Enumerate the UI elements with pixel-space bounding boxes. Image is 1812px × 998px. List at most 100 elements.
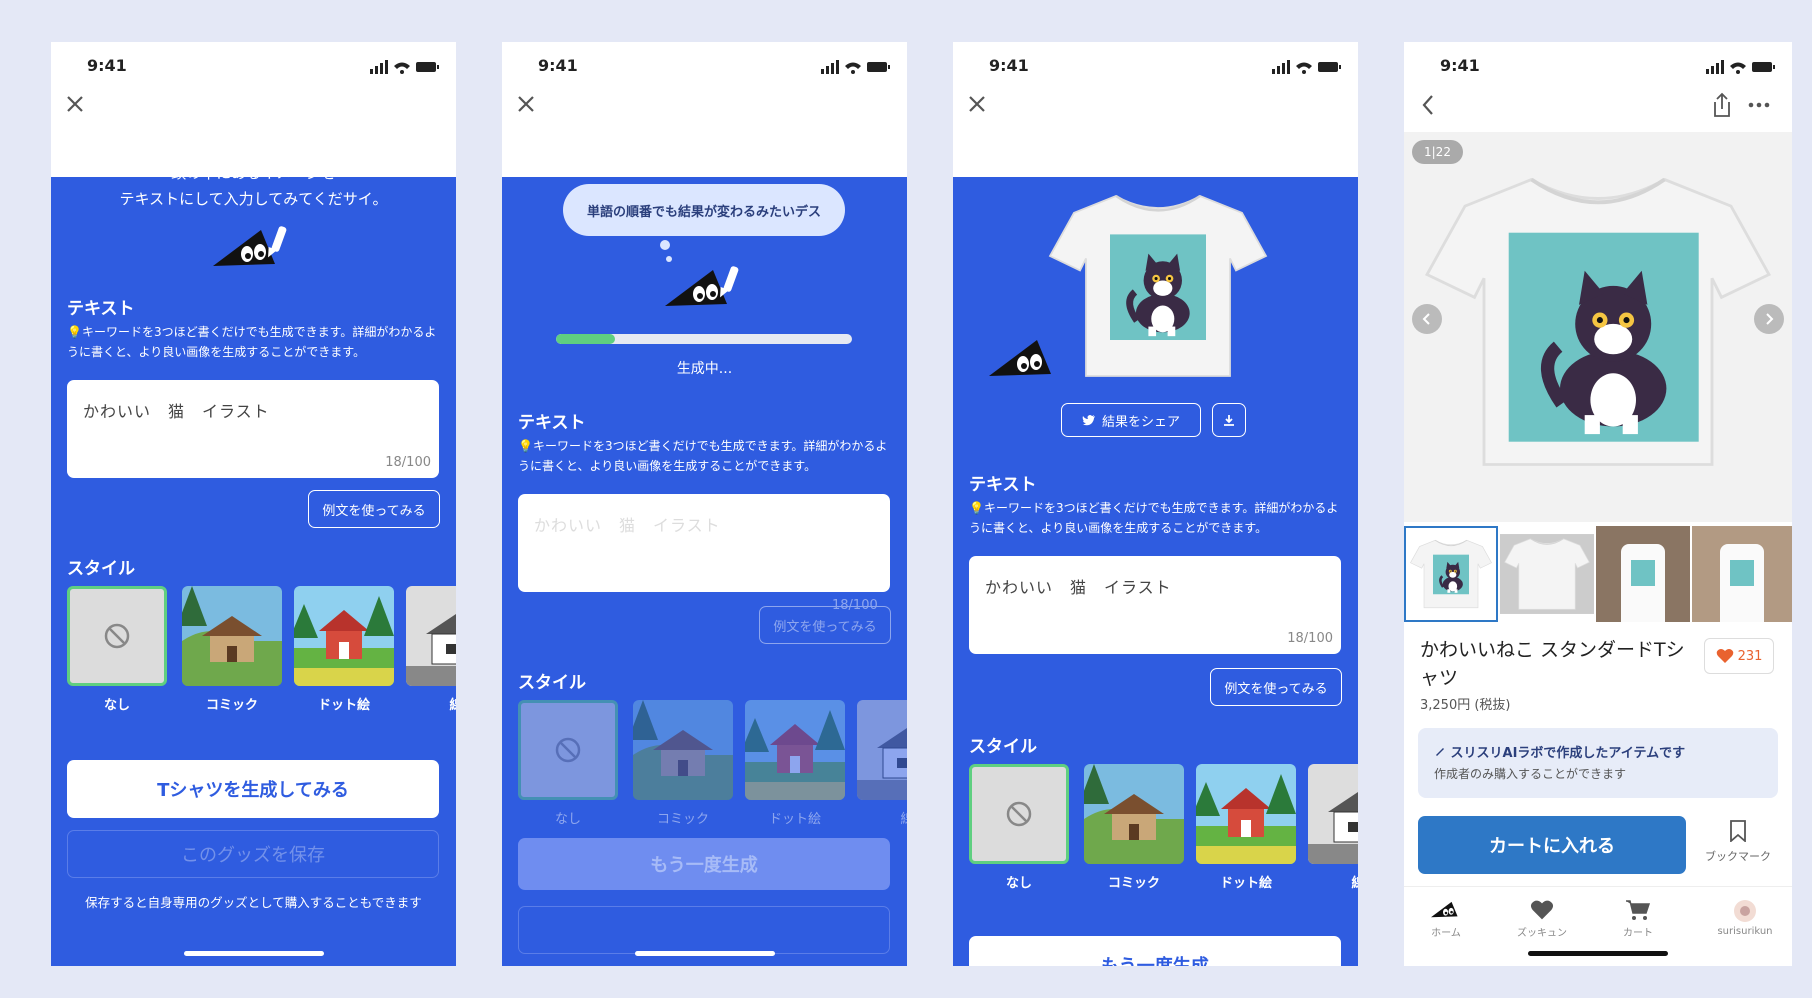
nav-home[interactable]: ホーム bbox=[1406, 899, 1486, 939]
thumbnail[interactable] bbox=[1500, 526, 1594, 622]
prev-image-button[interactable] bbox=[1412, 304, 1442, 334]
heart-icon bbox=[1716, 649, 1733, 663]
more-icon[interactable] bbox=[1744, 90, 1774, 120]
mascot-icon bbox=[989, 340, 1051, 376]
home-indicator bbox=[1528, 951, 1668, 956]
speech-bubble: 単語の順番でも結果が変わるみたいデス bbox=[563, 184, 845, 236]
status-header: 9:41 bbox=[1404, 42, 1792, 132]
bookmark-icon bbox=[1730, 820, 1746, 843]
heart-icon bbox=[1530, 900, 1554, 920]
text-input[interactable]: かわいい 猫 イラスト 18/100 bbox=[969, 556, 1341, 654]
example-button[interactable]: 例文を使ってみる bbox=[1210, 668, 1342, 706]
thumbnail[interactable] bbox=[1692, 526, 1792, 622]
char-count: 18/100 bbox=[385, 455, 431, 470]
like-button[interactable]: 231 bbox=[1704, 638, 1774, 674]
progress-text: 生成中... bbox=[676, 361, 733, 377]
regenerate-button-disabled[interactable]: もう一度生成 bbox=[518, 838, 890, 890]
cart-icon bbox=[1626, 900, 1651, 920]
regenerate-button[interactable]: もう一度生成 bbox=[969, 936, 1341, 966]
save-button[interactable] bbox=[518, 906, 890, 954]
style-comic-label: コミック bbox=[205, 698, 258, 713]
mascot-icon bbox=[213, 225, 288, 266]
share-button[interactable]: 結果をシェア bbox=[1061, 403, 1201, 437]
twitter-icon bbox=[1081, 415, 1095, 426]
style-line-tile[interactable] bbox=[406, 586, 456, 686]
text-label: テキスト bbox=[67, 299, 135, 319]
close-icon[interactable] bbox=[510, 88, 542, 120]
bubble-dot bbox=[666, 256, 672, 262]
like-count: 231 bbox=[1737, 648, 1763, 664]
style-none-tile[interactable] bbox=[518, 700, 618, 800]
screen-input: 9:41 頭の中にあるイメージを テキストにして入力してみてくだサイ。 テキスト… bbox=[51, 42, 456, 966]
status-icons bbox=[1272, 60, 1341, 74]
status-header: 9:41 bbox=[51, 42, 456, 177]
bubble-dot bbox=[660, 240, 670, 250]
style-comic-tile[interactable] bbox=[633, 700, 733, 800]
image-counter: 1|22 bbox=[1412, 140, 1463, 164]
style-dot-tile[interactable] bbox=[1196, 764, 1296, 864]
close-icon[interactable] bbox=[59, 88, 91, 120]
status-icons bbox=[370, 60, 439, 74]
style-dot-tile[interactable] bbox=[294, 586, 394, 686]
style-line-label: 線 bbox=[900, 812, 907, 827]
no-icon bbox=[104, 623, 130, 649]
style-dot-tile[interactable] bbox=[745, 700, 845, 800]
thumbnail[interactable] bbox=[1596, 526, 1690, 622]
ai-notice: スリスリAIラボで作成したアイテムです 作成者のみ購入することができます bbox=[1418, 728, 1778, 798]
home-indicator bbox=[634, 951, 775, 956]
style-line-label: 線 bbox=[1351, 876, 1358, 891]
nav-favorites[interactable]: ズッキュン bbox=[1502, 899, 1582, 939]
style-label: スタイル bbox=[67, 559, 135, 579]
status-icons bbox=[1706, 60, 1775, 74]
thumbnail[interactable] bbox=[1404, 526, 1498, 622]
download-icon bbox=[1224, 415, 1234, 426]
download-button[interactable] bbox=[1212, 403, 1246, 437]
chevron-right-icon bbox=[1766, 313, 1774, 325]
generated-tshirt-image bbox=[1048, 194, 1268, 378]
share-icon[interactable] bbox=[1710, 90, 1734, 120]
thumbnail-strip bbox=[1404, 526, 1792, 622]
example-button[interactable]: 例文を使ってみる bbox=[759, 606, 891, 644]
text-label: テキスト bbox=[969, 475, 1037, 495]
save-note: 保存すると自身専用のグッズとして購入することもできます bbox=[85, 895, 422, 910]
style-none-label: なし bbox=[1005, 876, 1032, 891]
avatar bbox=[1734, 900, 1756, 922]
add-to-cart-button[interactable]: カートに入れる bbox=[1418, 816, 1686, 874]
style-comic-tile[interactable] bbox=[1084, 764, 1184, 864]
product-image[interactable]: 1|22 bbox=[1404, 132, 1792, 522]
style-none-label: なし bbox=[103, 698, 130, 713]
status-time: 9:41 bbox=[538, 56, 578, 75]
save-button[interactable]: このグッズを保存 bbox=[67, 830, 439, 878]
screen-product: 9:41 1|22 かわいいねこ スタンダードTシャツ 231 3,250円 (… bbox=[1404, 42, 1792, 966]
char-count: 18/100 bbox=[1287, 631, 1333, 646]
text-input-value: かわいい 猫 イラスト bbox=[985, 578, 1172, 597]
style-dot-label: ドット絵 bbox=[317, 698, 370, 713]
style-dot-label: ドット絵 bbox=[768, 812, 821, 827]
mascot-icon bbox=[665, 265, 740, 306]
style-line-tile[interactable] bbox=[857, 700, 907, 800]
nav-profile[interactable]: surisurikun bbox=[1698, 899, 1792, 937]
bookmark-button[interactable]: ブックマーク bbox=[1696, 820, 1780, 864]
style-comic-tile[interactable] bbox=[182, 586, 282, 686]
back-icon[interactable] bbox=[1416, 90, 1440, 120]
nav-cart[interactable]: カート bbox=[1598, 899, 1678, 939]
no-icon bbox=[555, 737, 581, 763]
style-line-tile[interactable] bbox=[1308, 764, 1358, 864]
text-hint: 💡キーワードを3つほど書くだけでも生成できます。詳細がわかるように書くと、より良… bbox=[67, 325, 437, 359]
generate-button[interactable]: Tシャツを生成してみる bbox=[67, 760, 439, 818]
style-comic-label: コミック bbox=[1107, 876, 1160, 891]
style-dot-label: ドット絵 bbox=[1219, 876, 1272, 891]
style-none-tile[interactable] bbox=[969, 764, 1069, 864]
example-button[interactable]: 例文を使ってみる bbox=[308, 490, 440, 528]
text-input[interactable]: かわいい 猫 イラスト 18/100 bbox=[67, 380, 439, 478]
home-indicator bbox=[183, 951, 324, 956]
chevron-left-icon bbox=[1422, 313, 1430, 325]
style-comic-label: コミック bbox=[656, 812, 709, 827]
text-hint: 💡キーワードを3つほど書くだけでも生成できます。詳細がわかるように書くと、より良… bbox=[518, 439, 888, 473]
screen-result: 9:41 結果をシェア テキスト 💡キーワードを3つほど書くだけでも生成できます… bbox=[953, 42, 1358, 966]
style-none-tile[interactable] bbox=[67, 586, 167, 686]
close-icon[interactable] bbox=[961, 88, 993, 120]
next-image-button[interactable] bbox=[1754, 304, 1784, 334]
status-header: 9:41 bbox=[953, 42, 1358, 177]
text-input[interactable]: かわいい 猫 イラスト bbox=[518, 494, 890, 592]
